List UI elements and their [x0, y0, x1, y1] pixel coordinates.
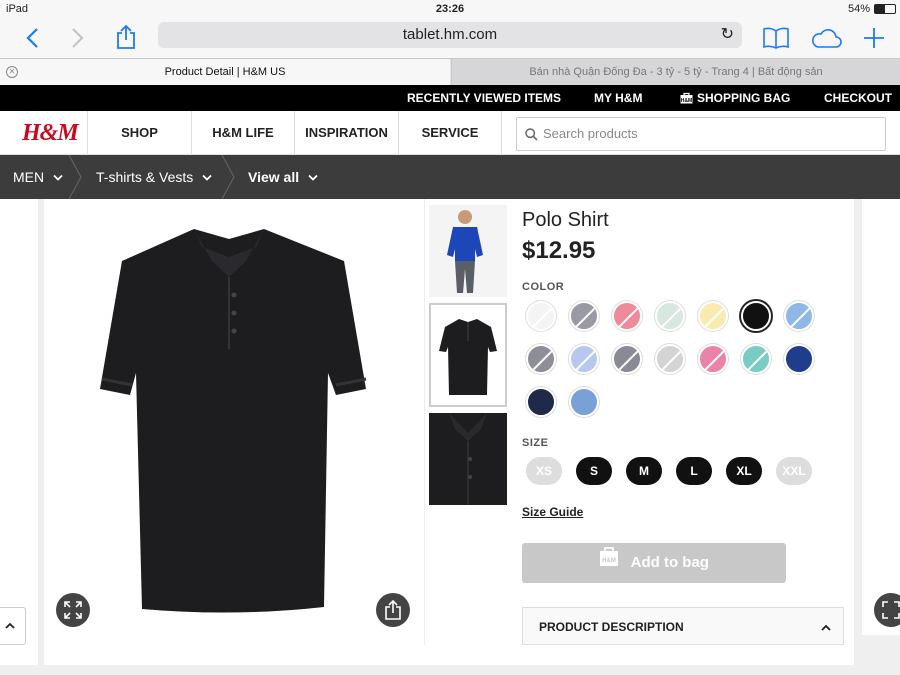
next-product-panel [862, 199, 900, 635]
search-icon [525, 118, 538, 152]
product-panel: Polo Shirt $12.95 COLOR SIZE XS S M L XL XXL … [44, 199, 854, 665]
thumbnail-model[interactable] [429, 205, 507, 297]
divider [424, 199, 425, 645]
search-placeholder: Search products [543, 126, 638, 141]
breadcrumb-label: View all [248, 169, 300, 185]
product-description-label: PRODUCT DESCRIPTION [539, 620, 684, 634]
color-swatch[interactable] [612, 301, 642, 331]
browser-tabs: ✕ Product Detail | H&M US Bán nhà Quận Đ… [0, 58, 900, 85]
utility-bar: RECENTLY VIEWED ITEMS MY H&M H&M SHOPPIN… [0, 85, 900, 111]
color-swatch[interactable] [655, 344, 685, 374]
size-option-xs[interactable]: XS [526, 457, 562, 485]
color-swatch[interactable] [526, 301, 556, 331]
forward-icon[interactable] [62, 22, 94, 54]
share-icon[interactable] [110, 22, 142, 54]
color-swatch[interactable] [526, 387, 556, 417]
size-option-m[interactable]: M [626, 457, 662, 485]
size-label: SIZE [522, 437, 549, 449]
icloud-tabs-icon[interactable] [810, 22, 842, 54]
back-icon[interactable] [16, 22, 48, 54]
previous-product-panel [0, 199, 38, 675]
content-area: Polo Shirt $12.95 COLOR SIZE XS S M L XL XXL … [0, 199, 900, 675]
status-bar: iPad 23:26 54% [0, 0, 900, 18]
hm-logo[interactable]: H&M [22, 120, 79, 147]
nav-service[interactable]: SERVICE [398, 111, 502, 155]
breadcrumb-separator-icon [221, 155, 235, 199]
color-swatch[interactable] [741, 344, 771, 374]
expand-icon[interactable] [56, 593, 90, 627]
svg-text:H&M: H&M [681, 98, 692, 104]
svg-text:H&M: H&M [602, 558, 616, 564]
new-tab-icon[interactable] [858, 22, 890, 54]
color-label: COLOR [522, 281, 565, 293]
close-tab-icon[interactable]: ✕ [6, 66, 18, 78]
share-product-icon[interactable] [376, 593, 410, 627]
recently-viewed-link[interactable]: RECENTLY VIEWED ITEMS [407, 91, 561, 105]
breadcrumb-label: MEN [13, 169, 45, 185]
main-nav: H&M SHOP H&M LIFE INSPIRATION SERVICE Se… [0, 111, 900, 155]
tab-product-detail[interactable]: ✕ Product Detail | H&M US [0, 59, 450, 85]
breadcrumb-view-all[interactable]: View all [248, 155, 318, 199]
thumbnail-front[interactable] [429, 303, 507, 407]
breadcrumb: MEN T-shirts & Vests View all [0, 155, 900, 199]
product-price: $12.95 [522, 237, 596, 264]
clock: 23:26 [435, 3, 465, 15]
tab-label: Bán nhà Quận Đống Đa - 3 tỷ - 5 tỷ - Tra… [529, 66, 823, 78]
size-option-xl[interactable]: XL [726, 457, 762, 485]
product-title: Polo Shirt [522, 209, 609, 231]
color-swatch[interactable] [569, 301, 599, 331]
color-swatch[interactable] [612, 344, 642, 374]
size-option-xxl[interactable]: XXL [776, 457, 812, 485]
scroll-up-button[interactable] [0, 607, 26, 645]
bookmarks-icon[interactable] [760, 22, 792, 54]
color-swatch[interactable] [741, 301, 771, 331]
color-swatch[interactable] [655, 301, 685, 331]
nav-hm-life[interactable]: H&M LIFE [191, 111, 294, 155]
shopping-bag-icon: H&M [599, 543, 619, 583]
address-bar[interactable]: tablet.hm.com ↻ [158, 22, 742, 48]
breadcrumb-tshirts[interactable]: T-shirts & Vests [96, 155, 212, 199]
url-text: tablet.hm.com [402, 26, 498, 43]
size-guide-link[interactable]: Size Guide [522, 505, 583, 519]
checkout-link[interactable]: CHECKOUT [824, 91, 892, 105]
size-option-s[interactable]: S [576, 457, 612, 485]
chevron-up-icon [821, 608, 831, 646]
product-description-toggle[interactable]: PRODUCT DESCRIPTION [522, 607, 844, 645]
shopping-bag-icon[interactable]: H&M [680, 91, 693, 107]
color-swatch[interactable] [698, 344, 728, 374]
nav-shop[interactable]: SHOP [87, 111, 191, 155]
add-to-bag-label: Add to bag [630, 554, 709, 571]
page-footer-edge [0, 665, 900, 675]
color-swatch[interactable] [569, 344, 599, 374]
browser-toolbar: tablet.hm.com ↻ [0, 18, 900, 58]
main-product-image[interactable] [44, 199, 424, 645]
color-swatch[interactable] [784, 301, 814, 331]
color-swatch[interactable] [784, 344, 814, 374]
color-swatch[interactable] [569, 387, 599, 417]
tab-label: Product Detail | H&M US [164, 66, 286, 78]
reload-icon[interactable]: ↻ [721, 22, 734, 48]
expand-icon[interactable] [874, 593, 900, 627]
tab-real-estate[interactable]: Bán nhà Quận Đống Đa - 3 tỷ - 5 tỷ - Tra… [451, 59, 900, 85]
search-input[interactable]: Search products [516, 117, 886, 151]
thumbnail-detail[interactable] [429, 413, 507, 505]
breadcrumb-label: T-shirts & Vests [96, 169, 194, 185]
breadcrumb-men[interactable]: MEN [13, 155, 63, 199]
battery-icon [874, 4, 896, 14]
breadcrumb-separator-icon [68, 155, 82, 199]
battery-percent: 54% [847, 3, 870, 15]
nav-inspiration[interactable]: INSPIRATION [294, 111, 398, 155]
color-swatch[interactable] [698, 301, 728, 331]
size-option-l[interactable]: L [676, 457, 712, 485]
add-to-bag-button[interactable]: H&M Add to bag [522, 543, 786, 583]
shopping-bag-link[interactable]: SHOPPING BAG [697, 91, 790, 105]
my-hm-link[interactable]: MY H&M [594, 91, 642, 105]
color-swatch[interactable] [526, 344, 556, 374]
